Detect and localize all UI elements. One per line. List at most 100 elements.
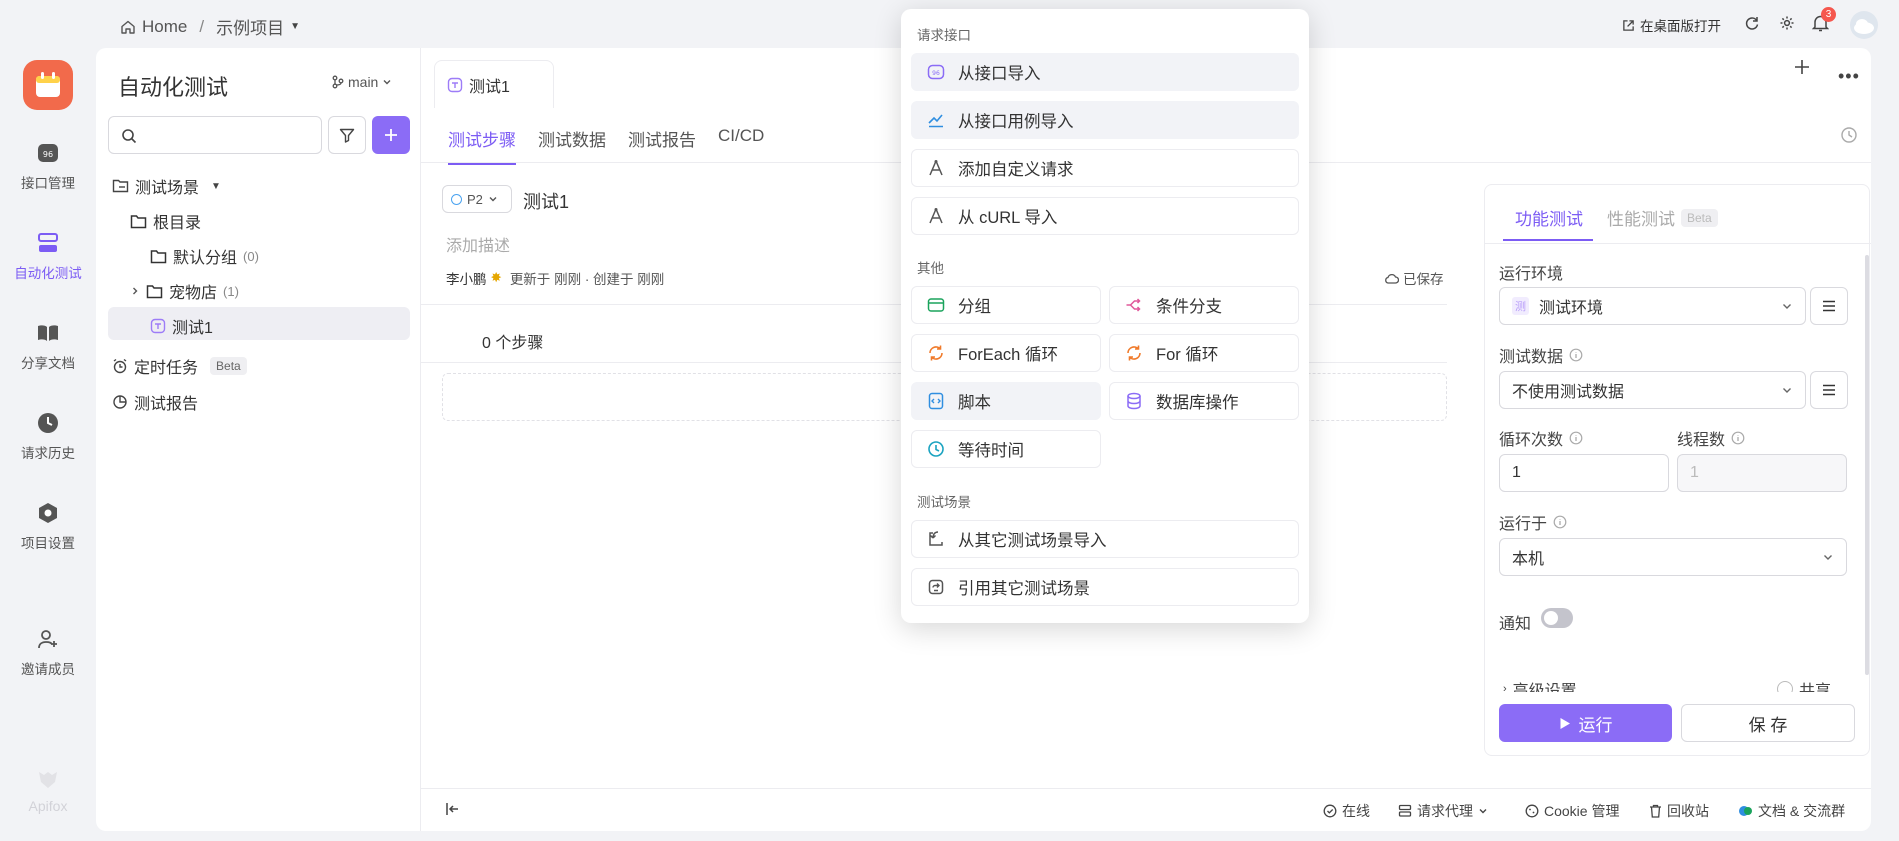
- menu-item-database[interactable]: 数据库操作: [1109, 382, 1299, 420]
- open-desktop-link[interactable]: 在桌面版打开: [1622, 15, 1721, 35]
- chevron-right-icon[interactable]: [130, 286, 140, 296]
- run-button[interactable]: 运行: [1499, 704, 1672, 742]
- menu-item-custom-request[interactable]: 添加自定义请求: [911, 149, 1299, 187]
- breadcrumb-home[interactable]: Home: [142, 17, 187, 37]
- rail-label: 项目设置: [21, 536, 75, 551]
- cookie-manager[interactable]: Cookie 管理: [1525, 801, 1619, 821]
- scenario-ref-icon: [926, 577, 946, 597]
- menu-item-for-loop[interactable]: For 循环: [1109, 334, 1299, 372]
- menu-item-reference-scenario[interactable]: 引用其它测试场景: [911, 568, 1299, 606]
- tree-node-scheduled[interactable]: 定时任务 Beta: [112, 354, 247, 378]
- priority-select[interactable]: P2: [442, 185, 512, 213]
- notify-toggle[interactable]: [1541, 608, 1573, 628]
- env-label: 运行环境: [1499, 260, 1563, 284]
- branch-selector[interactable]: main: [332, 74, 392, 90]
- history-icon[interactable]: [1840, 126, 1858, 144]
- add-scenario-button[interactable]: [372, 116, 410, 154]
- docs-community[interactable]: 文档 & 交流群: [1738, 801, 1845, 821]
- brand-mark: Apifox: [0, 766, 96, 814]
- tab-test-report[interactable]: 测试报告: [628, 126, 696, 165]
- steps-count: 0 个步骤: [482, 335, 544, 352]
- menu-item-import-scenario[interactable]: 从其它测试场景导入: [911, 520, 1299, 558]
- notify-label-text: 通知: [1499, 616, 1532, 633]
- tab-test-data[interactable]: 测试数据: [538, 126, 606, 165]
- filter-button[interactable]: [328, 116, 366, 154]
- new-tab-plus-icon[interactable]: [1793, 58, 1811, 76]
- save-button[interactable]: 保 存: [1681, 704, 1855, 742]
- menu-item-import-api[interactable]: 96 从接口导入: [911, 53, 1299, 91]
- folder-tree-icon: [112, 179, 129, 193]
- rail-item-api[interactable]: 96 接口管理: [0, 140, 96, 192]
- thread-count-input: 1: [1677, 454, 1847, 492]
- tab-functional-test[interactable]: 功能测试: [1515, 205, 1583, 230]
- description-placeholder[interactable]: 添加描述: [446, 232, 510, 256]
- app-logo[interactable]: [23, 60, 73, 110]
- folder-icon: [130, 214, 147, 228]
- rail-item-invite[interactable]: 邀请成员: [0, 626, 96, 678]
- tree-node-test1[interactable]: 测试1: [150, 314, 213, 338]
- menu-item-label: 等待时间: [958, 442, 1024, 460]
- more-options-icon[interactable]: •••: [1838, 66, 1860, 87]
- loop-count-input[interactable]: 1: [1499, 454, 1669, 492]
- tree-node-scenarios[interactable]: 测试场景 ▼: [112, 174, 221, 198]
- tree-search-input[interactable]: [108, 116, 322, 154]
- avatar[interactable]: [1850, 11, 1878, 39]
- tree-node-default-group[interactable]: 默认分组 (0): [150, 244, 259, 268]
- caret-down-icon[interactable]: ▼: [290, 21, 300, 32]
- file-tab-test1[interactable]: 测试1: [434, 60, 554, 108]
- case-title[interactable]: 测试1: [523, 188, 569, 214]
- runon-select[interactable]: 本机: [1499, 538, 1847, 576]
- collapse-sidebar-icon[interactable]: [445, 801, 461, 817]
- test-data-select[interactable]: 不使用测试数据: [1499, 371, 1806, 409]
- menu-item-label: 脚本: [958, 394, 991, 412]
- settings-scrollbar[interactable]: [1865, 255, 1869, 675]
- filter-icon: [339, 128, 355, 143]
- menu-item-group[interactable]: 分组: [911, 286, 1101, 324]
- rail-item-history[interactable]: 请求历史: [0, 410, 96, 462]
- rail-item-settings[interactable]: 项目设置: [0, 500, 96, 552]
- menu-item-foreach[interactable]: ForEach 循环: [911, 334, 1101, 372]
- breadcrumb-project[interactable]: 示例项目: [216, 14, 284, 39]
- menu-item-script[interactable]: 脚本: [911, 382, 1101, 420]
- chevron-down-icon: [1783, 304, 1791, 309]
- env-select[interactable]: 测 测试环境: [1499, 287, 1806, 325]
- proxy-label: 请求代理: [1417, 803, 1473, 819]
- cookie-label: Cookie 管理: [1544, 803, 1620, 819]
- gear-icon[interactable]: [1779, 15, 1795, 31]
- tab-cicd[interactable]: CI/CD: [718, 126, 764, 165]
- author-badge-icon: ✸: [490, 270, 502, 285]
- menu-section-scenario: 测试场景: [917, 495, 971, 510]
- priority-label: P2: [467, 191, 483, 207]
- tab-performance-test[interactable]: 性能测试 Beta: [1607, 205, 1718, 230]
- tree-node-petstore[interactable]: 宠物店 (1): [130, 279, 239, 303]
- trash-bin[interactable]: 回收站: [1649, 801, 1709, 821]
- rail-item-automation[interactable]: 自动化测试: [0, 230, 96, 282]
- advanced-row-clip: › 高级设置 共享: [1503, 677, 1863, 692]
- community-label: 文档 & 交流群: [1758, 803, 1846, 819]
- menu-item-import-curl[interactable]: 从 cURL 导入: [911, 197, 1299, 235]
- menu-item-wait[interactable]: 等待时间: [911, 430, 1101, 468]
- env-manage-button[interactable]: [1810, 287, 1848, 325]
- case-meta: 李小鹏 ✸ 更新于 刚刚 · 创建于 刚刚: [446, 268, 664, 288]
- rail-item-docs[interactable]: 分享文档: [0, 320, 96, 372]
- add-step-menu: 请求接口 96 从接口导入 从接口用例导入 添加自定义请求 从 cURL 导入 …: [901, 9, 1309, 623]
- tree-node-reports[interactable]: 测试报告: [112, 390, 198, 414]
- trash-icon: [1650, 804, 1661, 818]
- home-icon[interactable]: [120, 19, 136, 35]
- caret-down-icon[interactable]: ▼: [211, 181, 221, 192]
- shared-radio: [1777, 681, 1793, 692]
- tab-performance-label: 性能测试: [1607, 210, 1675, 229]
- online-status[interactable]: 在线: [1323, 801, 1370, 821]
- menu-item-label: 添加自定义请求: [958, 161, 1074, 179]
- menu-item-condition[interactable]: 条件分支: [1109, 286, 1299, 324]
- menu-item-label: 从其它测试场景导入: [958, 532, 1107, 550]
- menu-item-import-case[interactable]: 从接口用例导入: [911, 101, 1299, 139]
- book-icon: [35, 320, 61, 346]
- tree-node-root[interactable]: 根目录: [130, 209, 201, 233]
- refresh-icon[interactable]: [1744, 15, 1760, 31]
- proxy-menu[interactable]: 请求代理: [1398, 801, 1488, 821]
- test-data-manage-button[interactable]: [1810, 371, 1848, 409]
- tab-test-steps[interactable]: 测试步骤: [448, 126, 516, 165]
- loop-count-value: 1: [1512, 464, 1521, 481]
- shared-checkbox[interactable]: 共享: [1777, 677, 1831, 692]
